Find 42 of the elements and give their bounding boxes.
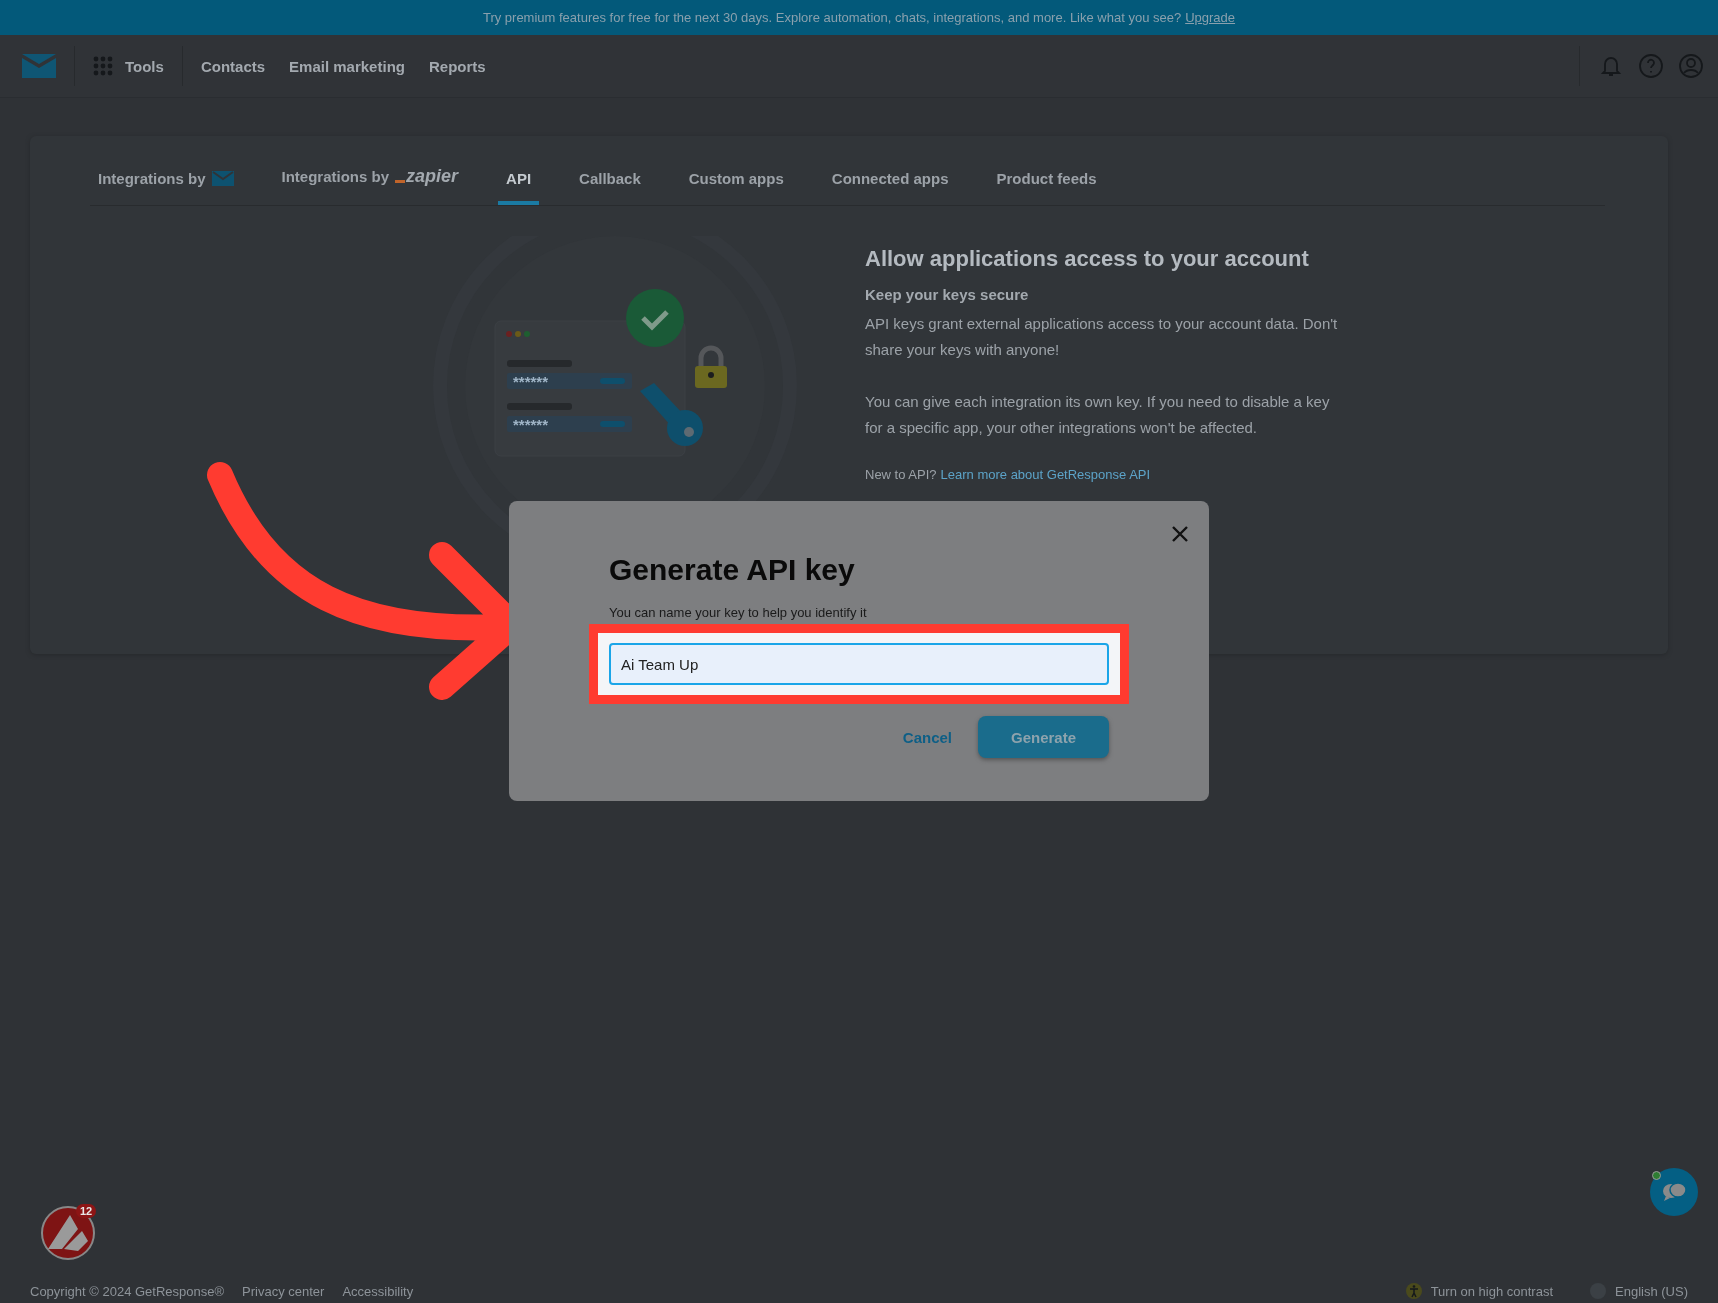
dialog-title: Generate API key bbox=[609, 553, 856, 587]
language-selector[interactable]: English (US) bbox=[1615, 1283, 1688, 1299]
field-label: You can name your key to help you identify it bbox=[609, 605, 868, 620]
online-status-icon bbox=[1652, 1171, 1661, 1180]
integration-tab[interactable]: Integrations by bbox=[90, 170, 242, 205]
nav-link[interactable]: Contacts bbox=[200, 57, 266, 75]
masked-key-text: ****** bbox=[513, 416, 549, 433]
key-name-input[interactable]: Ai Team Up bbox=[609, 643, 1109, 685]
zapier-underscore-icon bbox=[395, 180, 406, 183]
tools-menu-button[interactable]: Tools bbox=[93, 56, 164, 76]
help-icon[interactable] bbox=[1638, 53, 1664, 79]
api-docs-link[interactable]: Learn more about GetResponse API bbox=[940, 467, 1151, 482]
masked-key-text: ****** bbox=[513, 373, 549, 390]
section-title: Allow applications access to your account bbox=[865, 246, 1310, 272]
integration-tab[interactable]: Connected apps bbox=[823, 170, 957, 205]
promo-banner-text: Try premium features for free for the next 30 days. Explore automation, chats, integrations, and more. Like what you see? bbox=[482, 10, 1182, 25]
notification-count: 12 bbox=[76, 1204, 97, 1218]
accessibility-icon bbox=[1404, 1282, 1423, 1300]
copyright-text: Copyright © 2024 GetResponse® bbox=[30, 1283, 225, 1299]
integration-tab[interactable]: Custom apps bbox=[680, 170, 792, 205]
nav-link[interactable]: Reports bbox=[428, 57, 486, 75]
integration-tab[interactable]: Callback bbox=[571, 170, 649, 205]
upgrade-link[interactable]: Upgrade bbox=[1185, 10, 1236, 25]
footer-link[interactable]: Accessibility bbox=[342, 1283, 414, 1299]
zapier-logo-text: zapier bbox=[406, 166, 459, 187]
envelope-icon bbox=[211, 171, 234, 186]
integration-tab[interactable]: Product feeds bbox=[988, 170, 1105, 205]
chat-button[interactable] bbox=[1650, 1168, 1698, 1216]
high-contrast-link[interactable]: Turn on high contrast bbox=[1430, 1283, 1554, 1299]
integration-tab[interactable]: API bbox=[498, 170, 540, 205]
extension-logo-icon[interactable] bbox=[40, 1205, 96, 1261]
chat-bubbles-icon bbox=[1661, 1182, 1687, 1202]
grid-icon bbox=[93, 56, 113, 76]
help-text: New to API? bbox=[865, 467, 937, 482]
envelope-logo-icon[interactable] bbox=[22, 54, 56, 78]
nav-link[interactable]: Email marketing bbox=[289, 57, 405, 75]
description-paragraph: API keys grant external applications access to your account data. Don't share your keys with anyone! bbox=[865, 314, 1339, 360]
footer-link[interactable]: Privacy center bbox=[242, 1283, 325, 1299]
section-subtitle: Keep your keys secure bbox=[865, 286, 1030, 303]
user-account-icon[interactable] bbox=[1678, 53, 1704, 79]
integration-tab[interactable]: Integrations by zapier bbox=[273, 166, 467, 205]
description-paragraph: You can give each integration its own key. If you need to disable a key for a specific app, your other integrations won't be affected. bbox=[865, 392, 1331, 438]
